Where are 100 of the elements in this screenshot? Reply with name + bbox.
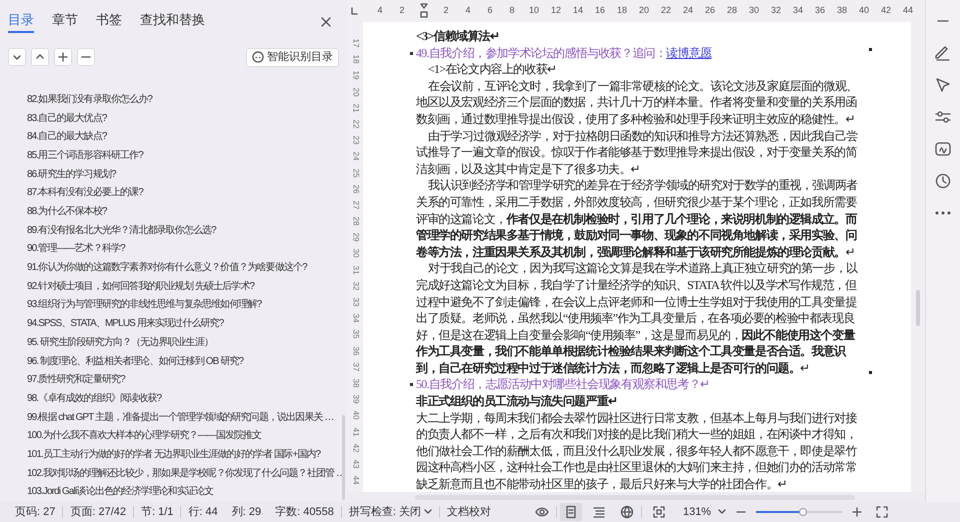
toc-item[interactable]: 91.你认为你做的这篇数字素养对你有什么意义？价值？为啥要做这个? [27, 259, 347, 278]
toc-item[interactable]: 100.为什么我不喜欢大样本的心理学研究？——国发院推文 [27, 427, 347, 446]
ruler-number: 30 [748, 4, 760, 18]
tab-stop-icon [349, 6, 359, 16]
line-number: 40 [350, 410, 362, 420]
line-number: 35 [350, 330, 362, 339]
toc-item[interactable]: 96. 制度理论、利益相关者理论、如何迁移到 OB 研究? [27, 352, 347, 372]
line-number: 33 [350, 298, 362, 307]
chevron-up-button[interactable] [31, 48, 49, 66]
status-text: 行: 44 [187, 504, 219, 520]
marker-icon [868, 371, 872, 374]
status-text: 节: 1/1 [140, 504, 174, 520]
link[interactable]: 读博意愿 [666, 46, 712, 60]
question-heading: 50.自我介绍，志愿活动中对哪些社会现象有观察和思考？↵ [416, 376, 862, 394]
scrollbar[interactable] [916, 290, 920, 326]
plus-button[interactable] [54, 48, 72, 66]
ruler-number: 34 [792, 4, 804, 18]
toc-item[interactable]: 98.《卓有成效的组织》阅读收获? [27, 390, 347, 409]
globe-icon [620, 505, 634, 519]
slider-thumb[interactable] [798, 508, 807, 516]
view-mode-button[interactable] [560, 503, 582, 521]
toc-item[interactable]: 86.研究生的学习规划? [27, 166, 347, 184]
ruler-number: 24 [682, 4, 694, 18]
toc-item[interactable]: 99.根据 chat GPT 主题，准备提出一个管理学领域的研究问题，说出因果关 … [27, 408, 347, 428]
line-number: 34 [350, 314, 362, 323]
page-icon [564, 505, 578, 519]
ruler-number: 42 [880, 4, 892, 18]
close-icon[interactable] [321, 17, 331, 28]
line-number: 29 [350, 232, 362, 242]
bullet-icon [410, 52, 413, 55]
toc-item[interactable]: 85.用三个词语形容科研工作? [27, 146, 347, 166]
spell-check-dropdown[interactable]: 拼写检查: 关闭 [342, 504, 424, 520]
line-number: 27 [350, 200, 362, 210]
history-icon[interactable] [934, 172, 952, 190]
toc-item[interactable]: 94.SPSS、STATA、MPLUS 用来实现过什么研究? [27, 315, 347, 334]
line-number: 28 [350, 216, 362, 226]
smart-toc-button[interactable]: 智能识别目录 [246, 48, 339, 67]
line-number: 44 [350, 476, 362, 485]
line-number: 42 [350, 443, 362, 452]
line-number: 20 [350, 87, 362, 96]
toc-item[interactable]: 87.本科有没有没必要上的课? [27, 184, 347, 203]
line-number: 43 [350, 460, 362, 468]
ruler-number: 44 [902, 4, 914, 18]
zoom-in-icon[interactable] [852, 507, 862, 517]
proofread-button[interactable]: 文档校对 [440, 504, 498, 520]
subheading-text: <1>在论文内容上的收获↵ [426, 61, 558, 78]
zoom-level[interactable]: 131% [676, 504, 718, 520]
toc-item[interactable]: 97.质性研究和定量研究? [27, 371, 347, 390]
ruler-number: 22 [660, 4, 672, 18]
status-text: 页码: 27 [14, 504, 56, 520]
toc-item[interactable]: 101.员工主动行为做的好的学者 无边界职业生涯做的好的学者 国际+国内? [27, 446, 347, 465]
toc-item[interactable]: 82.如果我们没有录取你怎么办? [27, 90, 347, 110]
face-icon [252, 51, 264, 64]
bullet-icon [410, 383, 413, 386]
paragraph: 在会议前，互评论文时，我拿到了一篇非常硬核的论文。该论文涉及家庭层面的微观、地区以及宏观经济三个层面的数据，共计几十万的样本量。作者将变量和变量的关系用函数刻画，通过数理推导提出假设，使用了多种检验和处理手段来证明主效应的稳健性。↵ [416, 78, 858, 128]
toc-item[interactable]: 84.自己的最大缺点? [27, 128, 347, 147]
ruler-number: 16 [594, 4, 606, 18]
paragraph: 我认识到经济学和管理学研究的差异在于经济学领域的研究对于数学的重视，强调两者关系的可靠性，采用二手数据，外部效度较高，但研究很少基于某个理论，正如我所需要评审的这篇论文，作者仅是在机制检验时，引用了几个理论，来说明机制的逻辑成立。而管理学的研究结果多基于情境，鼓励对同一事物、现象的不同视角地解读，采用实验、问卷等方法，注重因果关系及其机制，强调理论解释和基于该研究所能提炼的理论贡献。↵ [416, 177, 858, 260]
toc-item[interactable]: 88.为什么不保本校? [27, 203, 347, 222]
toc-item[interactable]: 92.针对硕士项目，如何回答我的职业规划 先硕士后学术? [27, 278, 347, 296]
eye-icon [534, 505, 549, 519]
panel-tab[interactable]: 查找和替换 [140, 12, 205, 33]
caret-icon[interactable] [424, 509, 432, 515]
ruler-number: 14 [572, 4, 584, 18]
panel-tab[interactable]: 章节 [52, 12, 78, 33]
chevron-down-button[interactable] [8, 48, 26, 66]
indent-marker-icon[interactable] [419, 3, 429, 19]
line-number: 31 [350, 265, 362, 274]
toc-item[interactable]: 93.组织行为与管理研究的非线性思维与复杂思维如何理解? [27, 296, 347, 316]
ruler-number: 20 [638, 4, 650, 18]
line-number: 41 [350, 427, 362, 436]
toc-item[interactable]: 90.管理——艺术？科学? [27, 240, 347, 260]
panel-tab[interactable]: 目录 [8, 12, 34, 33]
minus-button[interactable] [77, 48, 95, 66]
line-number: 38 [350, 378, 362, 388]
status-text: 字数: 40558 [274, 504, 335, 520]
signature-icon[interactable] [934, 140, 952, 158]
toc-item[interactable]: 103.Jordi Galí谈论出色的经济学理论和实证论文 [27, 483, 347, 502]
line-number: 24 [350, 152, 362, 161]
pen-icon[interactable] [934, 44, 952, 62]
line-number: 30 [350, 249, 362, 258]
paragraph: 对于我自己的论文，因为我写这篇论文算是我在学术道路上真正独立研究的第一步，以完成好这篇论文为目标，我自学了计量经济学的知识、STATA 软件以及学术写作规范，但过程中避免不了剑走偏锋，在会议上点评老师和一位博士生学姐对于我使用的工具变量提出了质疑。老师说，虽然我以“使用频率”作为工具变量后，在各项必要的检验中都表现良好，但是这在逻辑上自变量会影响“使用频率”，这是显而易见的，因此不能使用这个变量作为工具变量，我们不能单单根据统计检验结果来判断这个工具变量是否合适。我意识到，自己在研究过程中过于迷信统计方法，而忽略了逻辑上是否可行的问题。↵ [416, 260, 859, 376]
marker-icon [868, 48, 872, 51]
fullscreen-icon[interactable] [876, 506, 888, 518]
heading-text: <3>信赖域算法↵ [416, 28, 500, 45]
cursor-icon[interactable] [934, 76, 952, 94]
toc-item[interactable]: 89.有没有报名北大光华？清北都录取你怎么选? [27, 222, 347, 240]
panel-tab[interactable]: 书签 [96, 12, 122, 33]
fit-page-icon[interactable] [652, 505, 666, 519]
ruler-number: 8 [508, 4, 516, 18]
line-number: 36 [350, 346, 362, 356]
line-number: 26 [350, 184, 362, 194]
toc-item[interactable]: 95. 研究生阶段研究方向？（无边界职业生涯） [27, 334, 347, 352]
question-heading: 49.自我介绍，参加学术论坛的感悟与收获？追问：读博意愿 [416, 44, 862, 62]
line-number: 22 [350, 120, 362, 128]
ruler-number: 18 [616, 4, 628, 18]
ruler-number: 36 [814, 4, 826, 18]
ruler-number: 4 [464, 4, 472, 18]
toc-item[interactable]: 83.自己的最大优点? [27, 110, 347, 128]
caret-icon[interactable] [718, 509, 726, 515]
